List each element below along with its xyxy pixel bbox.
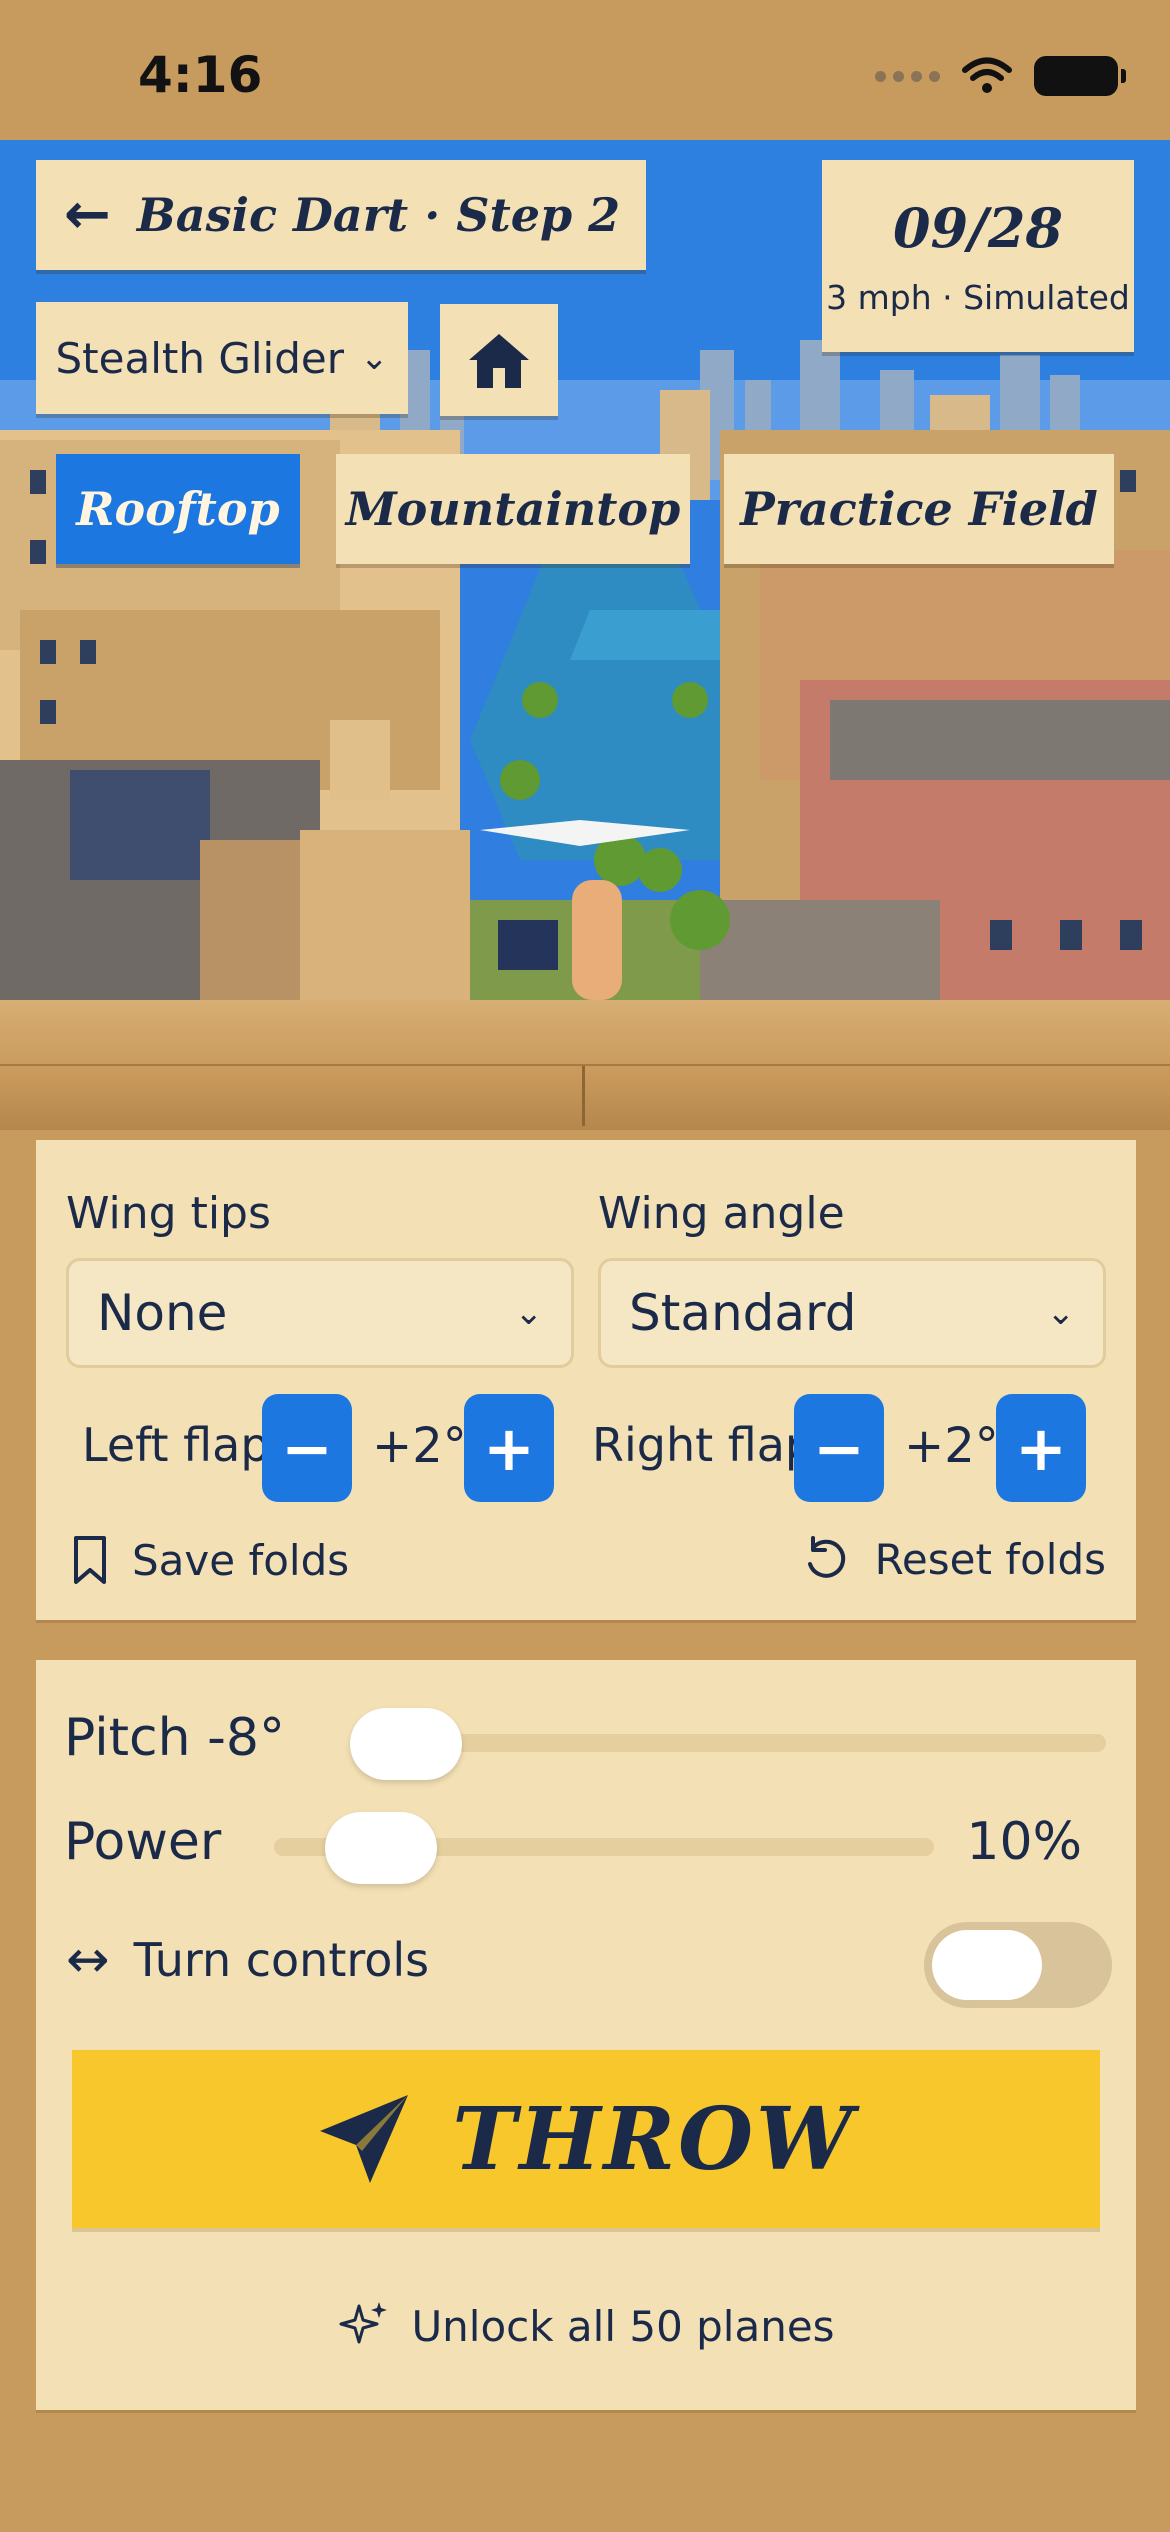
power-slider-thumb[interactable] — [324, 1812, 437, 1884]
left-flap-value: +2° — [372, 1418, 467, 1474]
battery-icon — [1034, 56, 1126, 96]
bookmark-icon — [74, 1536, 106, 1584]
date-weather-card: 09/28 3 mph · Simulated — [822, 160, 1134, 352]
left-flap-label: Left flap — [82, 1418, 270, 1472]
wing-angle-select[interactable]: Standard ⌄ — [598, 1258, 1106, 1368]
left-flap-decrease-button[interactable]: − — [262, 1394, 352, 1502]
home-button[interactable] — [440, 304, 558, 416]
pitch-label: Pitch -8° — [64, 1708, 285, 1768]
throw-label: THROW — [452, 2088, 856, 2190]
wing-angle-label: Wing angle — [598, 1188, 845, 1239]
plane-select[interactable]: Stealth Glider ⌄ — [36, 302, 408, 414]
date-label: 09/28 — [892, 195, 1063, 260]
weather-label: 3 mph · Simulated — [826, 277, 1130, 317]
status-bar: 4:16 — [0, 0, 1170, 140]
unlock-all-planes-button[interactable]: Unlock all 50 planes — [36, 2300, 1136, 2352]
wing-tips-label: Wing tips — [66, 1188, 271, 1239]
wifi-icon — [962, 57, 1012, 93]
chevron-down-icon: ⌄ — [514, 1293, 544, 1333]
plane-select-value: Stealth Glider — [55, 333, 344, 383]
sparkle-icon — [339, 2302, 388, 2344]
throw-button[interactable]: THROW — [72, 2050, 1100, 2228]
signal-dots-icon — [875, 70, 940, 82]
right-flap-value: +2° — [904, 1418, 999, 1474]
save-folds-label: Save folds — [132, 1535, 350, 1585]
status-icons — [875, 56, 1126, 96]
reset-folds-label: Reset folds — [874, 1534, 1106, 1584]
pitch-slider-thumb[interactable] — [350, 1708, 462, 1780]
turn-controls-row: ↔ Turn controls — [66, 1930, 429, 1990]
wing-tips-select[interactable]: None ⌄ — [66, 1258, 574, 1368]
turn-controls-label: Turn controls — [133, 1933, 430, 1987]
right-flap-increase-button[interactable]: + — [996, 1394, 1086, 1502]
back-arrow-icon: ← — [64, 182, 111, 247]
lesson-title: Basic Dart · Step 2 — [136, 188, 621, 242]
wing-tips-value: None — [97, 1284, 228, 1342]
wing-angle-value: Standard — [629, 1284, 857, 1342]
location-tab-rooftop[interactable]: Rooftop — [56, 454, 300, 564]
reset-folds-button[interactable]: Reset folds — [801, 1534, 1106, 1584]
home-icon — [469, 334, 529, 388]
chevron-down-icon: ⌄ — [1046, 1293, 1076, 1333]
location-tab-practice-field[interactable]: Practice Field — [724, 454, 1114, 564]
chevron-down-icon: ⌄ — [359, 338, 389, 378]
power-value: 10% — [966, 1812, 1082, 1872]
save-folds-button[interactable]: Save folds — [72, 1534, 349, 1586]
paper-plane-icon — [320, 2095, 409, 2183]
pitch-slider[interactable] — [354, 1734, 1106, 1752]
back-button[interactable]: ← Basic Dart · Step 2 — [36, 160, 646, 270]
right-flap-label: Right flap — [592, 1418, 815, 1472]
horizontal-arrows-icon: ↔ — [66, 1930, 110, 1990]
unlock-label: Unlock all 50 planes — [411, 2301, 835, 2351]
location-tab-mountaintop[interactable]: Mountaintop — [336, 454, 690, 564]
reset-icon — [807, 1536, 845, 1578]
status-time: 4:16 — [138, 46, 263, 104]
right-flap-decrease-button[interactable]: − — [794, 1394, 884, 1502]
left-flap-increase-button[interactable]: + — [464, 1394, 554, 1502]
folds-panel: Wing tips Wing angle None ⌄ Standard ⌄ L… — [36, 1140, 1136, 1620]
turn-controls-toggle[interactable] — [924, 1922, 1112, 2008]
power-label: Power — [64, 1812, 222, 1872]
roof-ledge — [0, 1000, 1170, 1130]
launch-panel: Pitch -8° Power 10% ↔ Turn controls — [36, 1660, 1136, 2410]
